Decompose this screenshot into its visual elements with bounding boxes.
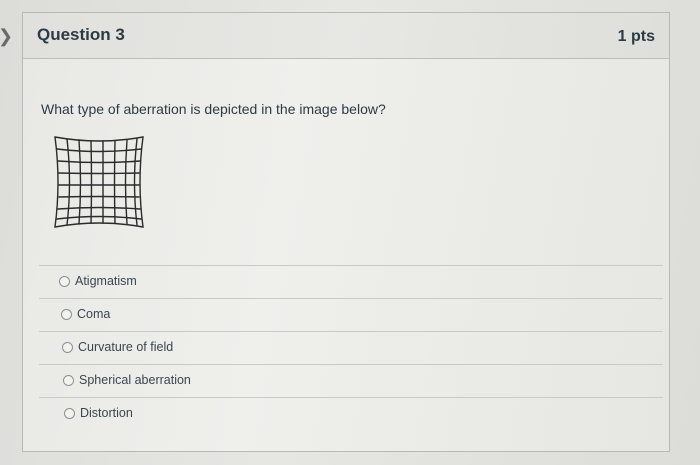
- answer-label: Distortion: [80, 406, 133, 420]
- answer-label: Spherical aberration: [79, 373, 191, 387]
- question-header: Question 3 1 pts: [23, 13, 669, 59]
- answer-option[interactable]: Atigmatism: [39, 265, 663, 298]
- radio-button[interactable]: [63, 375, 74, 386]
- answer-list: Atigmatism Coma Curvature of field Spher…: [39, 265, 663, 430]
- answer-option[interactable]: Distortion: [39, 397, 663, 430]
- answer-option[interactable]: Coma: [39, 298, 663, 331]
- radio-button[interactable]: [61, 309, 72, 320]
- radio-button[interactable]: [62, 342, 73, 353]
- previous-question-icon[interactable]: ❯: [0, 26, 14, 46]
- answer-label: Atigmatism: [75, 274, 137, 288]
- answer-label: Curvature of field: [78, 340, 174, 354]
- question-title: Question 3: [37, 25, 125, 44]
- answer-label: Coma: [77, 307, 111, 321]
- pincushion-grid-icon: [54, 136, 144, 228]
- radio-button[interactable]: [64, 408, 75, 419]
- question-card: Question 3 1 pts What type of aberration…: [22, 12, 670, 452]
- radio-button[interactable]: [59, 276, 70, 287]
- answer-option[interactable]: Spherical aberration: [39, 364, 663, 397]
- screen: ❯ Question 3 1 pts What type of aberrati…: [0, 0, 700, 465]
- question-text: What type of aberration is depicted in t…: [41, 101, 386, 117]
- question-points: 1 pts: [617, 28, 655, 45]
- answer-option[interactable]: Curvature of field: [39, 331, 663, 364]
